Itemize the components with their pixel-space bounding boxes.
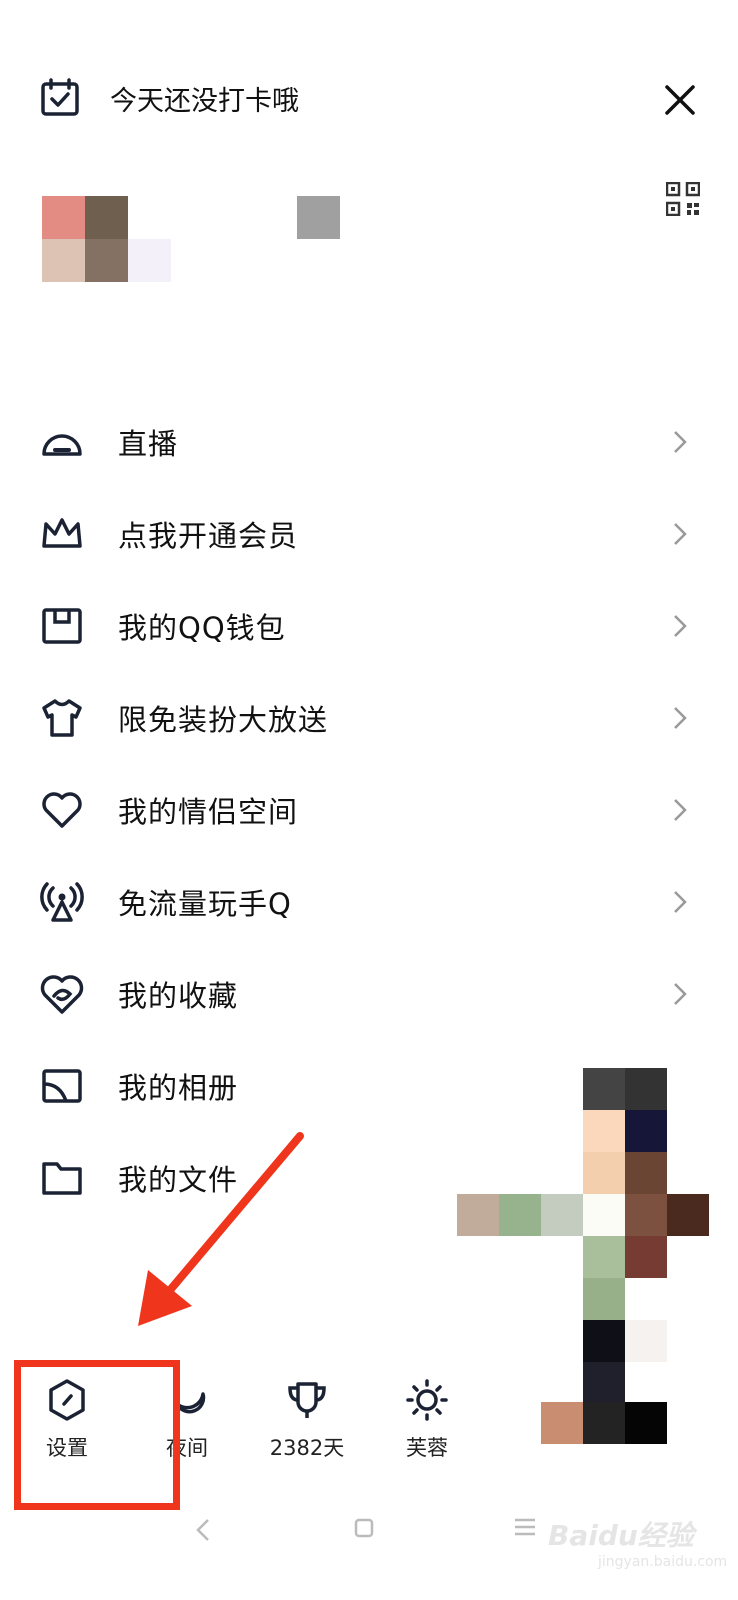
- live-icon: [40, 420, 84, 464]
- menu-item-couple[interactable]: 我的情侣空间: [0, 764, 738, 856]
- menu-item-label: 我的情侣空间: [118, 795, 299, 829]
- menu-icon: [515, 1518, 535, 1536]
- menu-item-files[interactable]: 我的文件: [0, 1132, 738, 1224]
- checkin-row[interactable]: 今天还没打卡哦: [40, 78, 299, 118]
- watermark-url: jingyan.baidu.com: [598, 1554, 728, 1570]
- menu-item-label: 直播: [118, 427, 179, 461]
- checkin-label: 今天还没打卡哦: [110, 85, 299, 117]
- close-icon: [665, 85, 695, 115]
- drawer-header: 今天还没打卡哦: [0, 0, 738, 217]
- menu-item-vip[interactable]: 点我开通会员: [0, 488, 738, 580]
- sun-icon: [405, 1378, 449, 1422]
- back-button[interactable]: [196, 1518, 210, 1546]
- recents-button[interactable]: [514, 1518, 536, 1540]
- menu-item-label: 免流量玩手Q: [118, 887, 292, 921]
- chevron-right-icon: [674, 615, 687, 637]
- menu-item-label: 我的收藏: [118, 979, 239, 1013]
- menu-item-wallet[interactable]: 我的QQ钱包: [0, 580, 738, 672]
- avatar[interactable]: [42, 196, 172, 282]
- crown-icon: [40, 512, 84, 556]
- chevron-right-icon: [674, 707, 687, 729]
- chevron-right-icon: [674, 799, 687, 821]
- profile-badge: [297, 196, 340, 239]
- chevron-right-icon: [674, 983, 687, 1005]
- favorite-icon: [40, 972, 84, 1016]
- watermark-logo: Baidu经验: [548, 1519, 694, 1552]
- chevron-right-icon: [674, 431, 687, 453]
- chevron-right-icon: [674, 523, 687, 545]
- qr-code-icon: [665, 181, 701, 217]
- trophy-icon: [285, 1378, 329, 1422]
- home-button[interactable]: [354, 1518, 374, 1542]
- album-icon: [40, 1064, 84, 1108]
- menu-item-album[interactable]: 我的相册: [0, 1040, 738, 1132]
- folder-icon: [40, 1156, 84, 1200]
- menu-item-favorites[interactable]: 我的收藏: [0, 948, 738, 1040]
- home-icon: [354, 1518, 374, 1538]
- menu-item-label: 我的相册: [118, 1071, 239, 1105]
- weather-label: 芙蓉: [406, 1436, 448, 1460]
- weather-button[interactable]: 芙蓉: [372, 1378, 482, 1462]
- menu-item-live[interactable]: 直播: [0, 396, 738, 488]
- system-nav-bar: Baidu经验 jingyan.baidu.com: [0, 1500, 738, 1600]
- days-label: 2382天: [269, 1436, 345, 1460]
- drawer-menu: 直播 点我开通会员 我的QQ钱包 限免装扮大放送 我的情侣空间 免流量玩手Q 我…: [0, 396, 738, 1224]
- qr-code-button[interactable]: [665, 181, 701, 217]
- menu-item-label: 限免装扮大放送: [118, 703, 329, 737]
- menu-item-free-data[interactable]: 免流量玩手Q: [0, 856, 738, 948]
- menu-item-label: 我的QQ钱包: [118, 611, 286, 645]
- heart-icon: [40, 788, 84, 832]
- menu-item-label: 点我开通会员: [118, 519, 299, 553]
- wallet-icon: [40, 604, 84, 648]
- highlight-box: [14, 1360, 180, 1510]
- close-button[interactable]: [662, 82, 698, 118]
- days-button[interactable]: 2382天: [252, 1378, 362, 1462]
- chevron-right-icon: [674, 891, 687, 913]
- calendar-check-icon: [40, 78, 80, 118]
- tshirt-icon: [40, 696, 84, 740]
- menu-item-dressup[interactable]: 限免装扮大放送: [0, 672, 738, 764]
- red-arrow-icon: [138, 1132, 304, 1326]
- back-icon: [196, 1519, 209, 1541]
- antenna-icon: [40, 880, 84, 924]
